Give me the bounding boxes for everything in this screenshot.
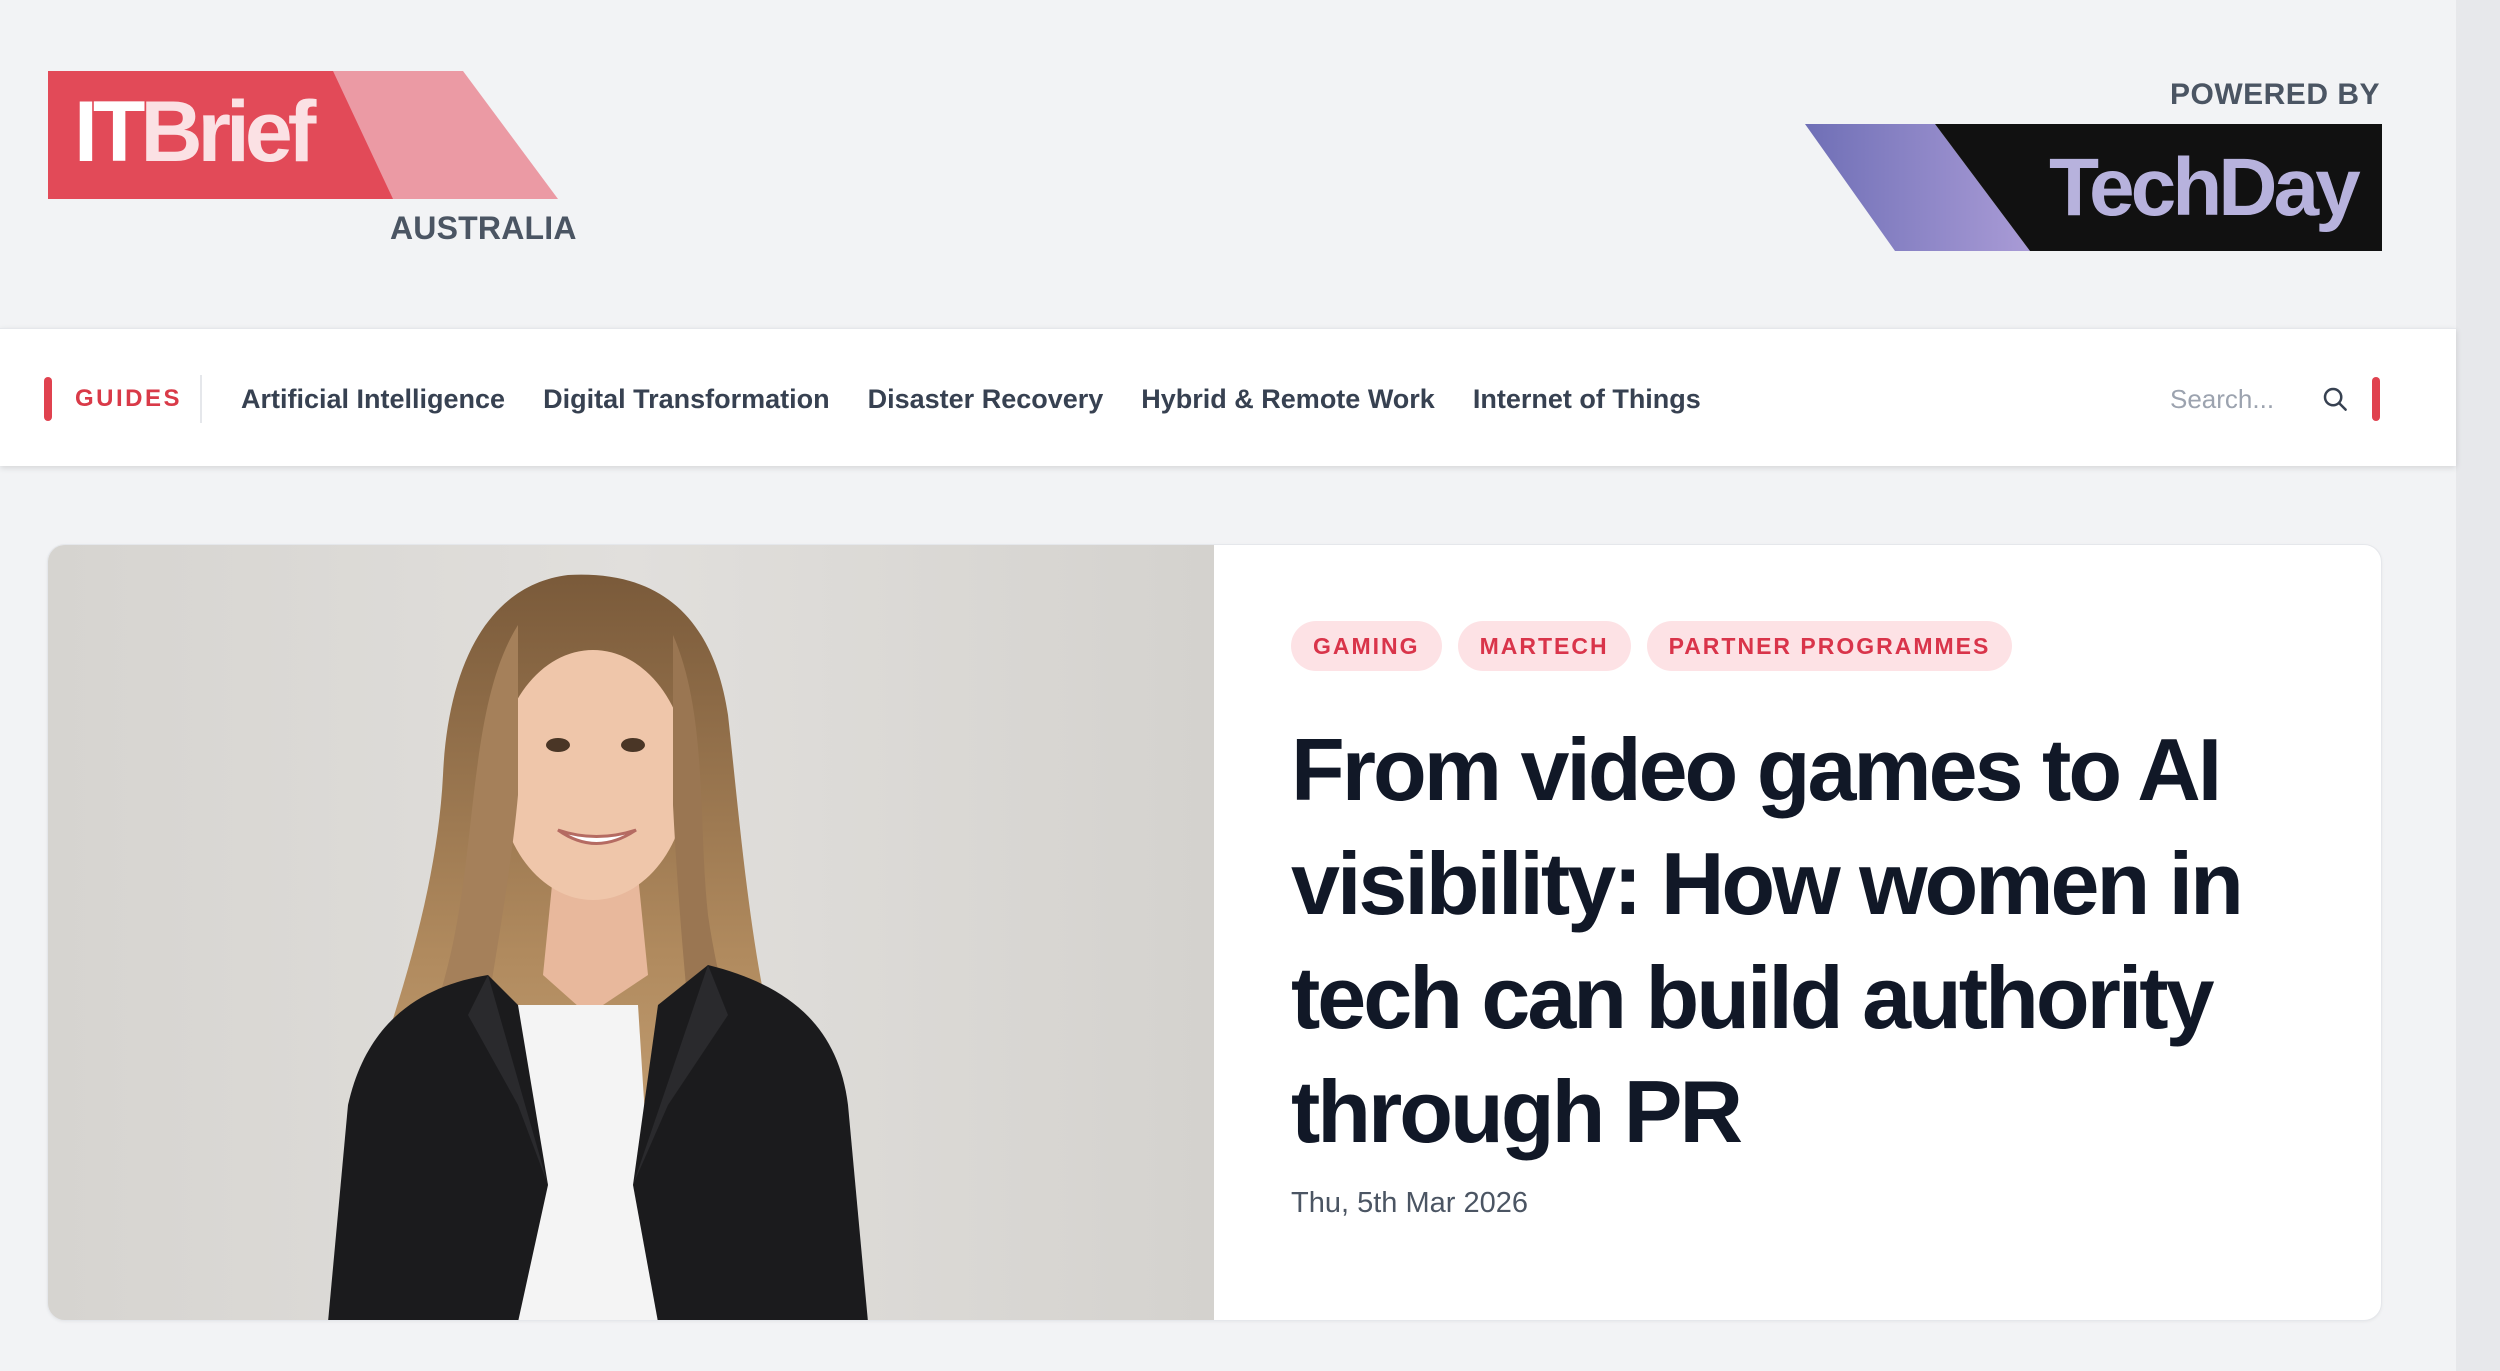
nav-link-internet-of-things[interactable]: Internet of Things bbox=[1473, 379, 1701, 419]
nav-link-hybrid-remote-work[interactable]: Hybrid & Remote Work bbox=[1141, 379, 1435, 419]
tag-gaming[interactable]: GAMING bbox=[1291, 621, 1442, 671]
nav-accent-bar-right bbox=[2372, 377, 2380, 421]
logo-region-label: AUSTRALIA bbox=[390, 210, 577, 246]
nav-divider bbox=[200, 375, 202, 423]
nav-accent-bar bbox=[44, 377, 52, 421]
main-nav: GUIDES Artificial Intelligence Digital T… bbox=[0, 328, 2456, 466]
search-input[interactable] bbox=[2170, 377, 2290, 421]
powered-by-label: POWERED BY bbox=[2169, 78, 2380, 111]
article-headline[interactable]: From video games to AI visibility: How w… bbox=[1291, 713, 2331, 1169]
tag-partner-programmes[interactable]: PARTNER PROGRAMMES bbox=[1646, 621, 2013, 671]
featured-article-card[interactable]: GAMING MARTECH PARTNER PROGRAMMES From v… bbox=[47, 544, 2382, 1321]
techday-logo-text: TechDay bbox=[2049, 142, 2361, 233]
nav-link-artificial-intelligence[interactable]: Artificial Intelligence bbox=[241, 379, 505, 419]
itbrief-logo-text: ITBrief bbox=[74, 84, 316, 180]
search-icon[interactable] bbox=[2320, 384, 2350, 414]
nav-link-digital-transformation[interactable]: Digital Transformation bbox=[543, 379, 830, 419]
nav-links: Artificial Intelligence Digital Transfor… bbox=[241, 379, 1701, 419]
itbrief-logo[interactable]: ITBrief bbox=[48, 71, 558, 199]
page-scrollbar[interactable] bbox=[2456, 0, 2500, 1371]
article-tags: GAMING MARTECH PARTNER PROGRAMMES bbox=[1291, 621, 2331, 671]
nav-link-disaster-recovery[interactable]: Disaster Recovery bbox=[868, 379, 1104, 419]
portrait-illustration bbox=[48, 545, 1214, 1320]
featured-article-image[interactable] bbox=[48, 545, 1214, 1320]
article-date: Thu, 5th Mar 2026 bbox=[1291, 1187, 1528, 1219]
featured-article-body: GAMING MARTECH PARTNER PROGRAMMES From v… bbox=[1291, 621, 2331, 1223]
nav-guides-label[interactable]: GUIDES bbox=[75, 381, 182, 417]
techday-logo[interactable]: TechDay bbox=[1805, 124, 2382, 251]
tag-martech[interactable]: MARTECH bbox=[1457, 621, 1631, 671]
